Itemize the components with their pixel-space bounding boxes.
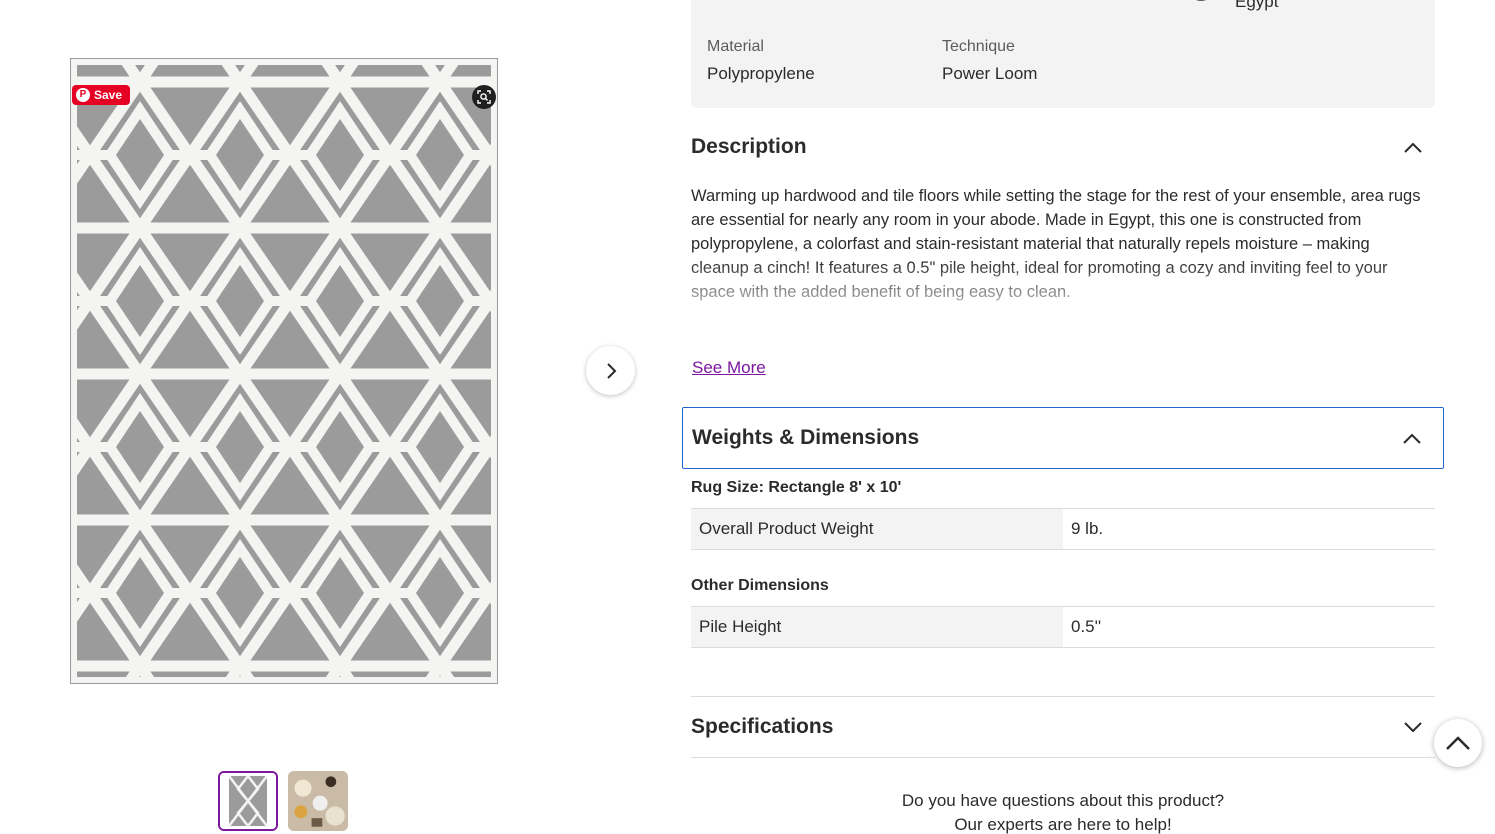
chevron-right-icon (606, 362, 616, 379)
thumbnail-2[interactable] (288, 771, 348, 831)
weights-dimensions-header[interactable]: Weights & Dimensions (682, 407, 1444, 469)
rug-image (70, 58, 498, 684)
spec-technique: Technique Power Loom (942, 38, 1037, 84)
main-product-image[interactable] (70, 58, 498, 684)
thumbnail-1[interactable] (218, 771, 278, 831)
pinterest-save-button[interactable]: P Save (72, 85, 131, 105)
pinterest-icon: P (76, 88, 90, 102)
spec-material-value: Polypropylene (707, 64, 815, 83)
next-image-button[interactable] (586, 346, 635, 395)
chevron-up-icon (1402, 428, 1422, 448)
pile-height-label: Pile Height (691, 607, 1063, 647)
visual-search-button[interactable] (472, 85, 496, 109)
specifications-heading: Specifications (691, 715, 834, 738)
overall-weight-label: Overall Product Weight (691, 509, 1063, 549)
pinterest-save-label: Save (94, 88, 123, 102)
weights-dimensions-heading: Weights & Dimensions (692, 426, 920, 449)
product-gallery: P Save (0, 0, 660, 834)
table-row: Overall Product Weight 9 lb. (691, 508, 1435, 550)
spec-technique-value: Power Loom (942, 64, 1038, 83)
overall-weight-value: 9 lb. (1071, 519, 1104, 538)
questions-line-1: Do you have questions about this product… (901, 791, 1225, 810)
rug-size-icon (729, 0, 753, 4)
chevron-up-icon (1446, 736, 1470, 750)
see-more-link[interactable]: See More (692, 358, 766, 378)
other-dimensions-title: Other Dimensions (691, 577, 829, 594)
pile-height-value: 0.5'' (1071, 617, 1102, 636)
thumbnail-strip (218, 771, 348, 831)
thumbnail-room-image (288, 771, 348, 831)
description-header[interactable]: Description (691, 117, 1435, 177)
chevron-down-icon (1403, 717, 1423, 737)
rug-size-title: Rug Size: Rectangle 8' x 10' (691, 479, 902, 496)
description-heading: Description (691, 135, 807, 158)
description-fade-overlay (691, 260, 1435, 330)
table-row: Pile Height 0.5'' (691, 606, 1435, 648)
country-of-origin-value: Egypt (1235, 0, 1279, 11)
spec-technique-label: Technique (942, 38, 1015, 55)
back-to-top-button[interactable] (1434, 719, 1482, 767)
visual-search-icon (477, 90, 491, 104)
key-specs-card: Egypt Material Polypropylene Technique P… (691, 0, 1435, 108)
weight-icon (949, 0, 985, 4)
specifications-header[interactable]: Specifications (691, 696, 1435, 758)
thumbnail-rug-image (220, 773, 276, 829)
globe-icon (1196, 0, 1206, 1)
spec-material: Material Polypropylene (707, 38, 815, 84)
chevron-up-icon (1403, 137, 1423, 157)
questions-line-2: Our experts are here to help! (954, 815, 1172, 834)
spec-material-label: Material (707, 38, 764, 55)
questions-block: Do you have questions about this product… (691, 789, 1435, 834)
